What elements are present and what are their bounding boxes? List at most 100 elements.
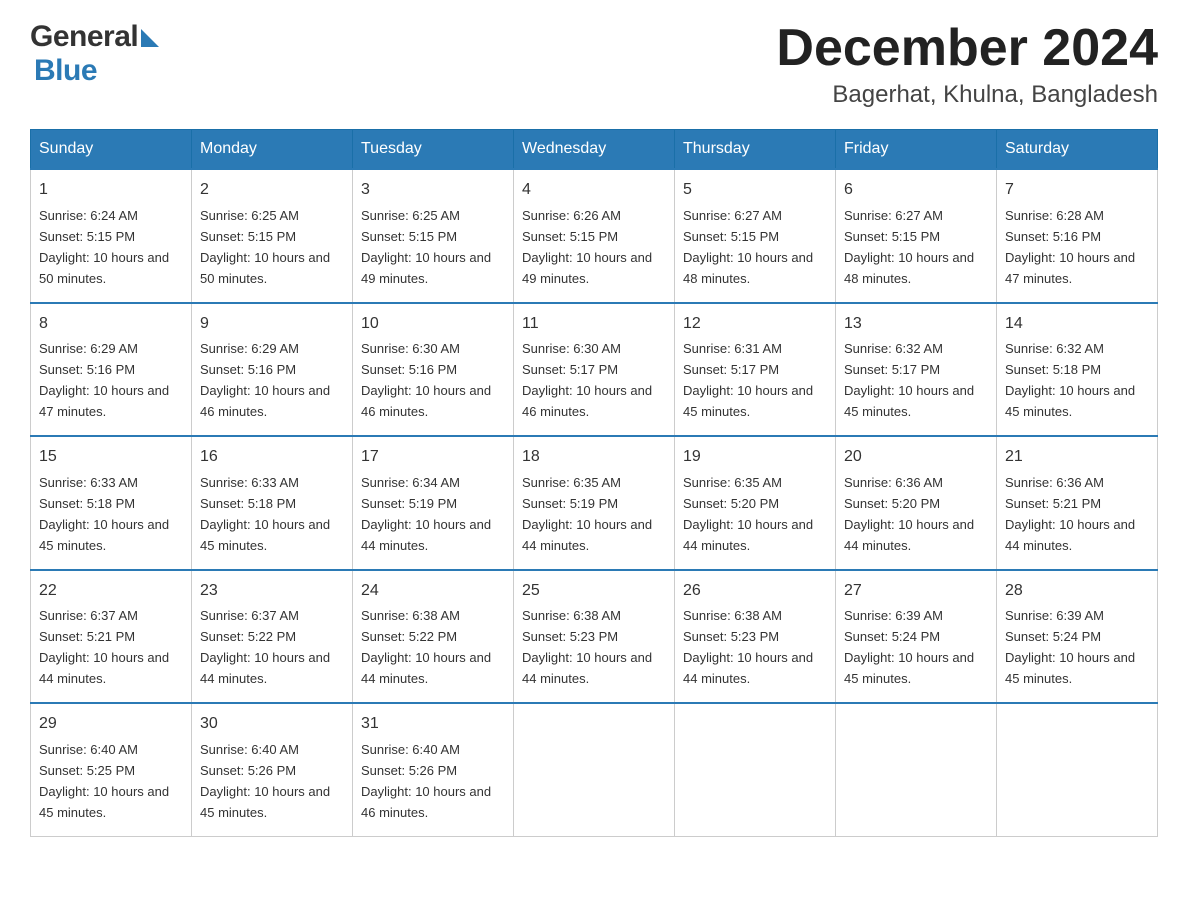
day-info: Sunrise: 6:35 AMSunset: 5:19 PMDaylight:… [522, 475, 652, 553]
header-thursday: Thursday [675, 130, 836, 170]
day-info: Sunrise: 6:40 AMSunset: 5:26 PMDaylight:… [361, 742, 491, 820]
logo: General Blue [30, 20, 159, 88]
calendar-cell: 12Sunrise: 6:31 AMSunset: 5:17 PMDayligh… [675, 303, 836, 436]
calendar-cell: 22 Sunrise: 6:37 AMSunset: 5:21 PMDayligh… [31, 570, 192, 703]
calendar-cell: 23 Sunrise: 6:37 AMSunset: 5:22 PMDayligh… [192, 570, 353, 703]
calendar-week-1: 1 Sunrise: 6:24 AMSunset: 5:15 PMDaylight… [31, 169, 1158, 302]
day-number: 5 [683, 178, 827, 203]
day-info: Sunrise: 6:31 AMSunset: 5:17 PMDaylight:… [683, 341, 813, 419]
calendar-cell: 15Sunrise: 6:33 AMSunset: 5:18 PMDayligh… [31, 436, 192, 569]
calendar-week-3: 15Sunrise: 6:33 AMSunset: 5:18 PMDayligh… [31, 436, 1158, 569]
calendar-week-2: 8 Sunrise: 6:29 AMSunset: 5:16 PMDaylight… [31, 303, 1158, 436]
day-info: Sunrise: 6:32 AMSunset: 5:17 PMDaylight:… [844, 341, 974, 419]
month-title: December 2024 [776, 20, 1158, 77]
calendar-cell: 28 Sunrise: 6:39 AMSunset: 5:24 PMDayligh… [997, 570, 1158, 703]
calendar-cell: 21 Sunrise: 6:36 AMSunset: 5:21 PMDayligh… [997, 436, 1158, 569]
day-number: 9 [200, 312, 344, 337]
day-number: 30 [200, 712, 344, 737]
day-number: 31 [361, 712, 505, 737]
day-number: 14 [1005, 312, 1149, 337]
day-number: 1 [39, 178, 183, 203]
day-number: 27 [844, 579, 988, 604]
calendar-cell: 27 Sunrise: 6:39 AMSunset: 5:24 PMDayligh… [836, 570, 997, 703]
header-monday: Monday [192, 130, 353, 170]
day-info: Sunrise: 6:29 AMSunset: 5:16 PMDaylight:… [200, 341, 330, 419]
page-header: General Blue December 2024 Bagerhat, Khu… [30, 20, 1158, 109]
calendar-cell [675, 703, 836, 836]
calendar-cell: 17 Sunrise: 6:34 AMSunset: 5:19 PMDayligh… [353, 436, 514, 569]
day-info: Sunrise: 6:24 AMSunset: 5:15 PMDaylight:… [39, 208, 169, 286]
day-number: 28 [1005, 579, 1149, 604]
header-sunday: Sunday [31, 130, 192, 170]
title-block: December 2024 Bagerhat, Khulna, Banglade… [776, 20, 1158, 109]
day-info: Sunrise: 6:30 AMSunset: 5:16 PMDaylight:… [361, 341, 491, 419]
day-info: Sunrise: 6:40 AMSunset: 5:26 PMDaylight:… [200, 742, 330, 820]
calendar-cell: 3Sunrise: 6:25 AMSunset: 5:15 PMDaylight… [353, 169, 514, 302]
logo-blue-text: Blue [34, 54, 97, 88]
day-number: 22 [39, 579, 183, 604]
day-info: Sunrise: 6:38 AMSunset: 5:23 PMDaylight:… [522, 608, 652, 686]
calendar-cell: 14 Sunrise: 6:32 AMSunset: 5:18 PMDayligh… [997, 303, 1158, 436]
day-info: Sunrise: 6:39 AMSunset: 5:24 PMDaylight:… [1005, 608, 1135, 686]
day-number: 7 [1005, 178, 1149, 203]
calendar-cell: 29Sunrise: 6:40 AMSunset: 5:25 PMDayligh… [31, 703, 192, 836]
day-number: 11 [522, 312, 666, 337]
day-info: Sunrise: 6:26 AMSunset: 5:15 PMDaylight:… [522, 208, 652, 286]
day-info: Sunrise: 6:27 AMSunset: 5:15 PMDaylight:… [844, 208, 974, 286]
calendar-cell: 7Sunrise: 6:28 AMSunset: 5:16 PMDaylight… [997, 169, 1158, 302]
logo-chevron-icon [141, 29, 159, 47]
calendar-cell: 26Sunrise: 6:38 AMSunset: 5:23 PMDayligh… [675, 570, 836, 703]
calendar-cell [836, 703, 997, 836]
day-info: Sunrise: 6:33 AMSunset: 5:18 PMDaylight:… [200, 475, 330, 553]
calendar-cell: 11 Sunrise: 6:30 AMSunset: 5:17 PMDayligh… [514, 303, 675, 436]
day-number: 20 [844, 445, 988, 470]
day-info: Sunrise: 6:37 AMSunset: 5:21 PMDaylight:… [39, 608, 169, 686]
logo-general-text: General [30, 20, 138, 54]
day-info: Sunrise: 6:30 AMSunset: 5:17 PMDaylight:… [522, 341, 652, 419]
calendar-table: SundayMondayTuesdayWednesdayThursdayFrid… [30, 129, 1158, 836]
day-number: 3 [361, 178, 505, 203]
calendar-week-4: 22 Sunrise: 6:37 AMSunset: 5:21 PMDayligh… [31, 570, 1158, 703]
day-number: 21 [1005, 445, 1149, 470]
calendar-cell: 19Sunrise: 6:35 AMSunset: 5:20 PMDayligh… [675, 436, 836, 569]
day-number: 24 [361, 579, 505, 604]
day-number: 2 [200, 178, 344, 203]
header-tuesday: Tuesday [353, 130, 514, 170]
day-info: Sunrise: 6:39 AMSunset: 5:24 PMDaylight:… [844, 608, 974, 686]
day-info: Sunrise: 6:25 AMSunset: 5:15 PMDaylight:… [200, 208, 330, 286]
day-number: 10 [361, 312, 505, 337]
day-info: Sunrise: 6:32 AMSunset: 5:18 PMDaylight:… [1005, 341, 1135, 419]
calendar-cell: 9 Sunrise: 6:29 AMSunset: 5:16 PMDaylight… [192, 303, 353, 436]
calendar-cell: 31 Sunrise: 6:40 AMSunset: 5:26 PMDayligh… [353, 703, 514, 836]
day-number: 17 [361, 445, 505, 470]
day-number: 25 [522, 579, 666, 604]
day-number: 8 [39, 312, 183, 337]
day-number: 4 [522, 178, 666, 203]
calendar-cell: 8 Sunrise: 6:29 AMSunset: 5:16 PMDaylight… [31, 303, 192, 436]
calendar-cell: 1 Sunrise: 6:24 AMSunset: 5:15 PMDaylight… [31, 169, 192, 302]
calendar-week-5: 29Sunrise: 6:40 AMSunset: 5:25 PMDayligh… [31, 703, 1158, 836]
calendar-cell: 20Sunrise: 6:36 AMSunset: 5:20 PMDayligh… [836, 436, 997, 569]
header-row: SundayMondayTuesdayWednesdayThursdayFrid… [31, 130, 1158, 170]
day-info: Sunrise: 6:29 AMSunset: 5:16 PMDaylight:… [39, 341, 169, 419]
calendar-cell: 2 Sunrise: 6:25 AMSunset: 5:15 PMDaylight… [192, 169, 353, 302]
day-info: Sunrise: 6:36 AMSunset: 5:21 PMDaylight:… [1005, 475, 1135, 553]
day-info: Sunrise: 6:37 AMSunset: 5:22 PMDaylight:… [200, 608, 330, 686]
location-title: Bagerhat, Khulna, Bangladesh [776, 81, 1158, 109]
calendar-header: SundayMondayTuesdayWednesdayThursdayFrid… [31, 130, 1158, 170]
day-number: 6 [844, 178, 988, 203]
day-number: 23 [200, 579, 344, 604]
calendar-cell: 30 Sunrise: 6:40 AMSunset: 5:26 PMDayligh… [192, 703, 353, 836]
day-number: 29 [39, 712, 183, 737]
calendar-cell: 5Sunrise: 6:27 AMSunset: 5:15 PMDaylight… [675, 169, 836, 302]
header-wednesday: Wednesday [514, 130, 675, 170]
day-info: Sunrise: 6:35 AMSunset: 5:20 PMDaylight:… [683, 475, 813, 553]
day-info: Sunrise: 6:38 AMSunset: 5:22 PMDaylight:… [361, 608, 491, 686]
calendar-cell: 16 Sunrise: 6:33 AMSunset: 5:18 PMDayligh… [192, 436, 353, 569]
header-saturday: Saturday [997, 130, 1158, 170]
calendar-cell [997, 703, 1158, 836]
day-number: 18 [522, 445, 666, 470]
calendar-cell: 25 Sunrise: 6:38 AMSunset: 5:23 PMDayligh… [514, 570, 675, 703]
day-info: Sunrise: 6:34 AMSunset: 5:19 PMDaylight:… [361, 475, 491, 553]
day-number: 16 [200, 445, 344, 470]
